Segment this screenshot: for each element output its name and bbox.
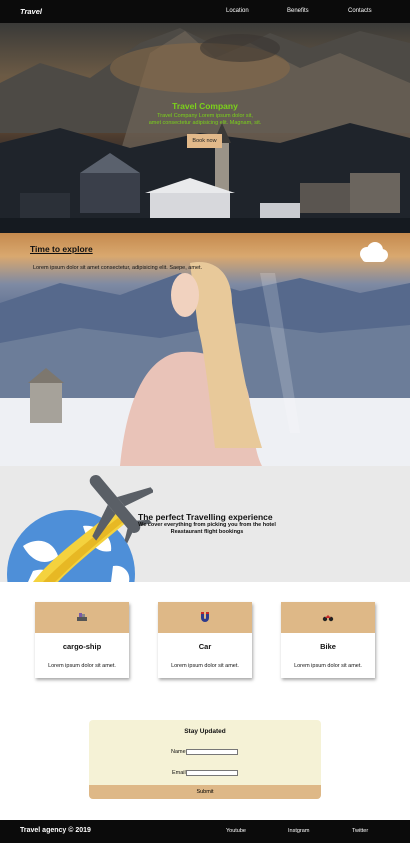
motorbike-icon [322, 615, 334, 622]
card-text: Lorem ipsum dolor sit amet. [294, 663, 362, 669]
card-title: Bike [320, 642, 336, 651]
card-text: Lorem ipsum dolor sit amet. [48, 663, 116, 669]
email-label: Email [172, 770, 186, 776]
card-bike[interactable]: Bike Lorem ipsum dolor sit amet. [281, 602, 375, 678]
mountain-town-image [0, 28, 410, 233]
card-text: Lorem ipsum dolor sit amet. [171, 663, 239, 669]
hero-subtitle-line1: Travel Company Lorem ipsum dolor sit, [157, 113, 253, 119]
cargo-ship-icon [77, 613, 87, 621]
hero-section: Travel Company Travel Company Lorem ipsu… [0, 23, 410, 233]
hero-title: Travel Company [172, 101, 238, 111]
email-field[interactable] [186, 770, 238, 776]
card-title: Car [198, 642, 212, 651]
footer-link-instagram[interactable]: Instgram [288, 828, 309, 834]
magnet-icon [201, 612, 209, 622]
perfect-text: We cover everything from picking you fro… [138, 522, 276, 535]
card-title: cargo-ship [62, 642, 102, 651]
form-heading: Stay Updated [184, 728, 226, 735]
submit-button[interactable]: Submit [89, 785, 321, 799]
name-field[interactable] [186, 749, 238, 755]
stay-updated-form: Stay Updated Name Email Submit [89, 720, 321, 799]
footer-link-twitter[interactable]: Twitter [352, 828, 368, 834]
explore-section: Time to explore Lorem ipsum dolor sit am… [0, 233, 410, 466]
explore-text: Lorem ipsum dolor sit amet consectetur, … [33, 265, 203, 271]
nav-link-location[interactable]: Location [226, 8, 249, 14]
card-header [158, 602, 252, 633]
perfect-heading: The perfect Travelling experience [138, 512, 273, 522]
footer-brand: Travel agency © 2019 [20, 827, 91, 834]
nav-brand[interactable]: Travel [20, 7, 42, 16]
globe-airplane-icon [3, 466, 155, 582]
hero-subtitle-line2: amet consectetur adipisicing elit. Magna… [148, 120, 262, 126]
hero-text-block: Travel Company Travel Company Lorem ipsu… [0, 101, 410, 127]
explore-heading: Time to explore [30, 244, 93, 254]
card-header [35, 602, 129, 633]
cloud-icon [357, 240, 389, 264]
book-now-button[interactable]: Book now [187, 134, 222, 148]
card-header [281, 602, 375, 633]
card-cargo-ship[interactable]: cargo-ship Lorem ipsum dolor sit amet. [35, 602, 129, 678]
card-car[interactable]: Car Lorem ipsum dolor sit amet. [158, 602, 252, 678]
nav-link-contacts[interactable]: Contacts [348, 8, 372, 14]
name-label: Name [171, 749, 186, 755]
footer-link-youtube[interactable]: Youtube [226, 828, 246, 834]
top-navbar: Travel Location Benefits Contacts [0, 0, 410, 23]
footer: Travel agency © 2019 Youtube Instgram Tw… [0, 820, 410, 843]
nav-link-benefits[interactable]: Benefits [287, 8, 309, 14]
perfect-experience-section: The perfect Travelling experience We cov… [0, 466, 410, 582]
